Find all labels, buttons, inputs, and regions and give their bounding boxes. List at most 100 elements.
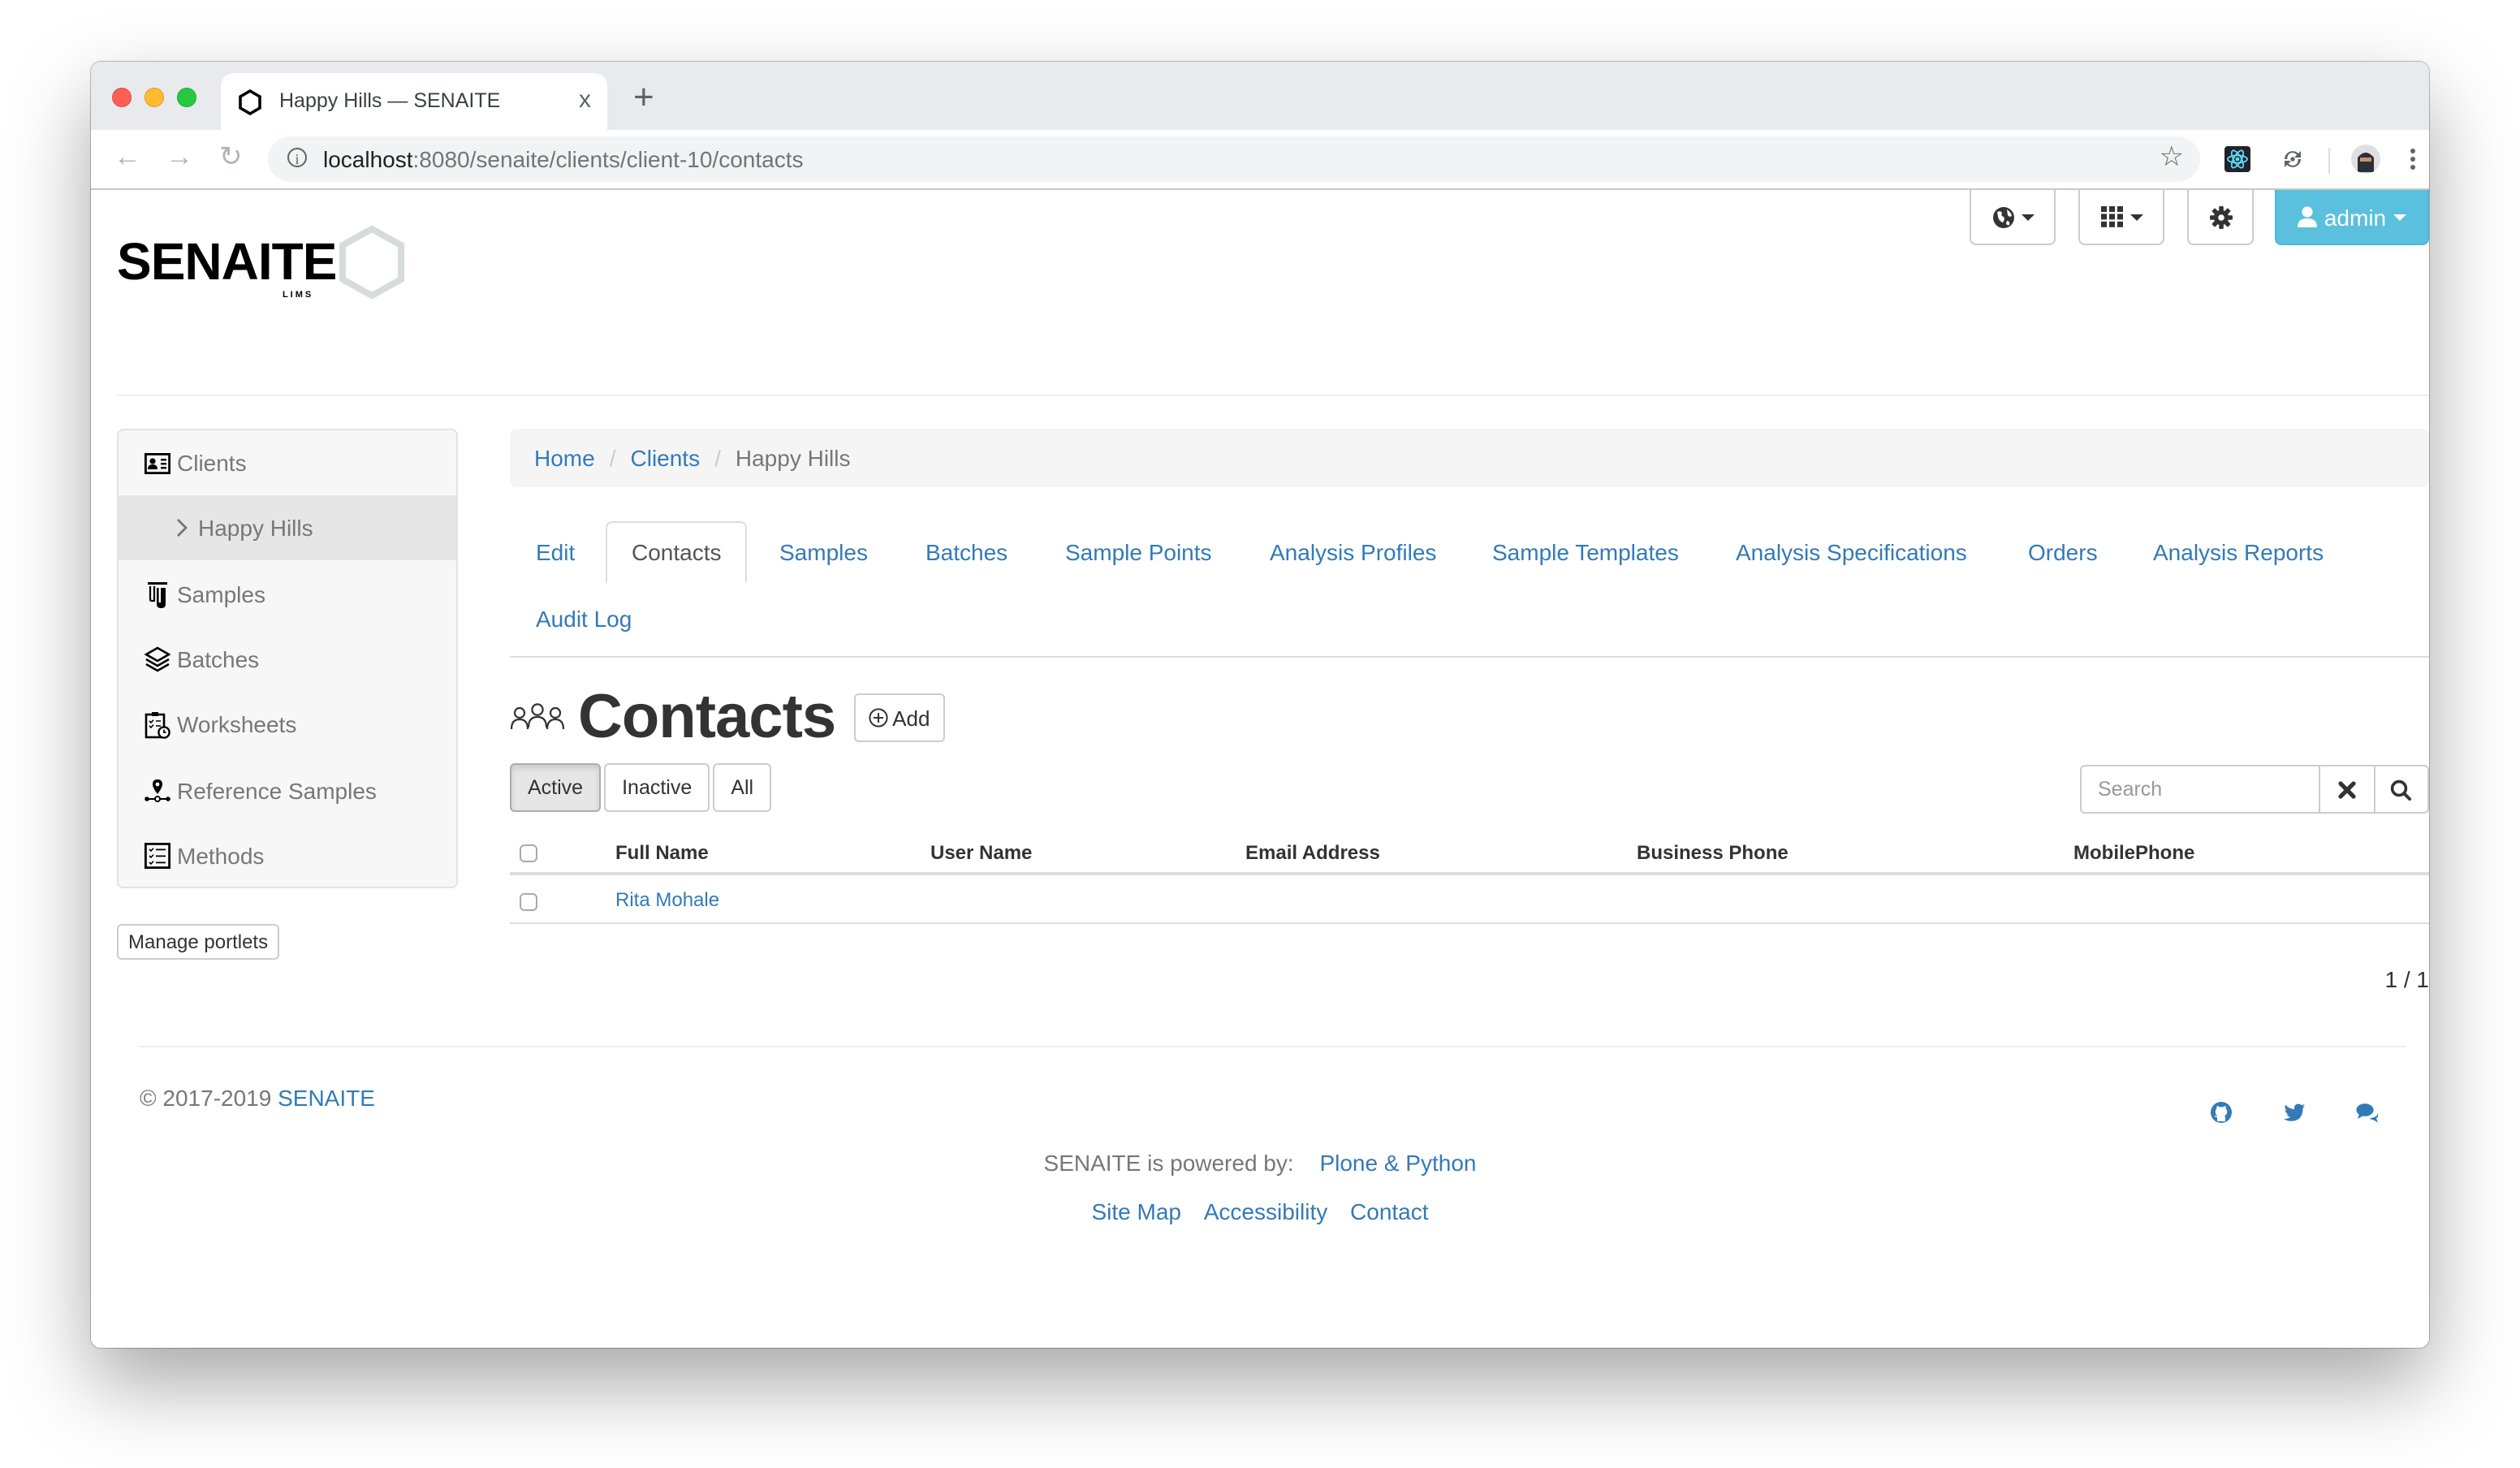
filter-inactive-button[interactable]: Inactive bbox=[604, 763, 710, 812]
column-header-mobile-phone[interactable]: MobilePhone bbox=[2073, 841, 2194, 864]
id-card-icon bbox=[143, 449, 170, 477]
row-select-checkbox[interactable] bbox=[520, 893, 537, 911]
url-text[interactable]: localhost:8080/senaite/clients/client-10… bbox=[323, 146, 804, 172]
sync-extension-icon[interactable] bbox=[2280, 146, 2306, 172]
contact-full-name-link[interactable]: Rita Mohale bbox=[615, 888, 719, 911]
tab-sample-templates[interactable]: Sample Templates bbox=[1492, 539, 1679, 565]
senaite-logo[interactable]: SENAITE L I M S bbox=[117, 222, 409, 300]
page-title: Contacts bbox=[578, 683, 836, 751]
copyright: © 2017-2019 SENAITE bbox=[140, 1085, 375, 1111]
layers-icon bbox=[143, 645, 170, 673]
tab-analysis-specifications[interactable]: Analysis Specifications bbox=[1736, 539, 1967, 565]
plus-circle-icon bbox=[868, 708, 887, 728]
tab-audit-log[interactable]: Audit Log bbox=[536, 606, 632, 632]
tab-analysis-reports[interactable]: Analysis Reports bbox=[2153, 539, 2324, 565]
logo-hexagon-icon bbox=[339, 225, 404, 300]
site-map-link[interactable]: Site Map bbox=[1091, 1198, 1181, 1224]
forward-icon[interactable]: → bbox=[166, 141, 193, 174]
sidebar-item-batches[interactable]: Batches bbox=[119, 627, 456, 692]
ninja-avatar-icon bbox=[2351, 145, 2380, 174]
settings-button[interactable] bbox=[2187, 190, 2254, 245]
sidebar-item-happy-hills[interactable]: Happy Hills bbox=[119, 495, 456, 560]
footer-divider bbox=[140, 1046, 2406, 1047]
tab-edit[interactable]: Edit bbox=[536, 539, 575, 565]
plone-python-link[interactable]: Plone & Python bbox=[1319, 1150, 1476, 1176]
contact-link[interactable]: Contact bbox=[1350, 1198, 1429, 1224]
bookmark-star-icon[interactable]: ☆ bbox=[2160, 141, 2185, 174]
filter-all-button[interactable]: All bbox=[713, 763, 772, 812]
sidebar-item-worksheets[interactable]: Worksheets bbox=[119, 692, 456, 757]
back-icon[interactable]: ← bbox=[114, 141, 141, 174]
column-header-email-address[interactable]: Email Address bbox=[1245, 841, 1380, 864]
github-icon[interactable] bbox=[2210, 1101, 2233, 1124]
column-header-business-phone[interactable]: Business Phone bbox=[1637, 841, 1789, 864]
minimize-window-button[interactable] bbox=[145, 88, 164, 107]
breadcrumb-clients[interactable]: Clients bbox=[631, 445, 701, 471]
table-header-divider bbox=[510, 872, 2429, 875]
toolbar-separator bbox=[2328, 148, 2330, 174]
grid-icon bbox=[2100, 206, 2122, 227]
user-name: admin bbox=[2324, 204, 2387, 230]
tab-orders[interactable]: Orders bbox=[2028, 539, 2098, 565]
breadcrumb-separator: / bbox=[714, 445, 721, 471]
logo-sub: L I M S bbox=[283, 290, 311, 300]
senaite-link[interactable]: SENAITE bbox=[278, 1085, 375, 1111]
column-header-full-name[interactable]: Full Name bbox=[615, 841, 709, 864]
sidebar-item-methods[interactable]: Methods bbox=[119, 823, 456, 887]
clear-search-button[interactable] bbox=[2320, 765, 2375, 814]
language-menu-button[interactable] bbox=[1970, 190, 2056, 245]
sidebar-item-reference-samples[interactable]: Reference Samples bbox=[119, 758, 456, 823]
gear-icon bbox=[2209, 205, 2232, 228]
profile-avatar[interactable] bbox=[2351, 145, 2380, 174]
column-header-user-name[interactable]: User Name bbox=[930, 841, 1032, 864]
search-input[interactable] bbox=[2080, 765, 2320, 814]
select-all-checkbox[interactable] bbox=[520, 844, 537, 862]
search-button[interactable] bbox=[2375, 765, 2429, 814]
sidebar-item-clients[interactable]: Clients bbox=[119, 430, 456, 495]
reload-icon[interactable]: ↻ bbox=[219, 141, 243, 174]
add-contact-button[interactable]: Add bbox=[853, 693, 945, 742]
browser-menu-icon[interactable] bbox=[2410, 146, 2416, 172]
copyright-text: © 2017-2019 bbox=[140, 1085, 272, 1111]
caret-down-icon bbox=[2021, 214, 2034, 220]
search-icon bbox=[2391, 779, 2412, 800]
sidebar-item-samples[interactable]: Samples bbox=[119, 562, 456, 627]
sidebar-item-label: Worksheets bbox=[177, 711, 297, 737]
close-window-button[interactable] bbox=[112, 88, 132, 107]
contacts-people-icon bbox=[510, 703, 565, 730]
sidebar-item-label: Happy Hills bbox=[198, 515, 313, 541]
accessibility-link[interactable]: Accessibility bbox=[1204, 1198, 1328, 1224]
tab-close-icon[interactable]: x bbox=[579, 86, 591, 114]
tab-batches[interactable]: Batches bbox=[926, 539, 1008, 565]
browser-tab[interactable]: Happy Hills — SENAITE x bbox=[221, 73, 607, 130]
review-state-filters: Active Inactive All bbox=[510, 763, 772, 812]
user-menu-button[interactable]: admin bbox=[2275, 190, 2429, 245]
twitter-icon[interactable] bbox=[2283, 1101, 2306, 1124]
site-info-icon[interactable]: i bbox=[287, 148, 307, 167]
address-bar[interactable]: i localhost:8080/senaite/clients/client-… bbox=[268, 136, 2200, 182]
chevron-right-icon bbox=[172, 514, 192, 542]
sidebar-item-label: Samples bbox=[177, 581, 265, 607]
tab-samples[interactable]: Samples bbox=[779, 539, 868, 565]
header-divider bbox=[117, 395, 2429, 396]
breadcrumb-home[interactable]: Home bbox=[534, 445, 595, 471]
tab-analysis-profiles[interactable]: Analysis Profiles bbox=[1270, 539, 1436, 565]
tab-contacts[interactable]: Contacts bbox=[606, 521, 748, 583]
react-devtools-icon[interactable] bbox=[2224, 146, 2250, 172]
caret-down-icon bbox=[2129, 214, 2142, 220]
breadcrumb-separator: / bbox=[609, 445, 616, 471]
sidebar-item-label: Methods bbox=[177, 843, 265, 869]
zoom-window-button[interactable] bbox=[177, 88, 196, 107]
apps-menu-button[interactable] bbox=[2078, 190, 2164, 245]
tab-sample-points[interactable]: Sample Points bbox=[1065, 539, 1212, 565]
tab-title: Happy Hills — SENAITE bbox=[279, 89, 501, 112]
new-tab-button[interactable]: + bbox=[633, 76, 654, 119]
sidebar-item-label: Batches bbox=[177, 646, 260, 672]
filter-active-button[interactable]: Active bbox=[510, 763, 602, 812]
web-page: SENAITE L I M S admin Clients Happy Hill… bbox=[91, 190, 2429, 1348]
manage-portlets-button[interactable]: Manage portlets bbox=[117, 924, 280, 960]
chat-icon[interactable] bbox=[2356, 1101, 2379, 1124]
clipboard-clock-icon bbox=[143, 710, 170, 738]
search-box bbox=[2080, 765, 2429, 814]
logo-text: SENAITE bbox=[117, 232, 336, 291]
